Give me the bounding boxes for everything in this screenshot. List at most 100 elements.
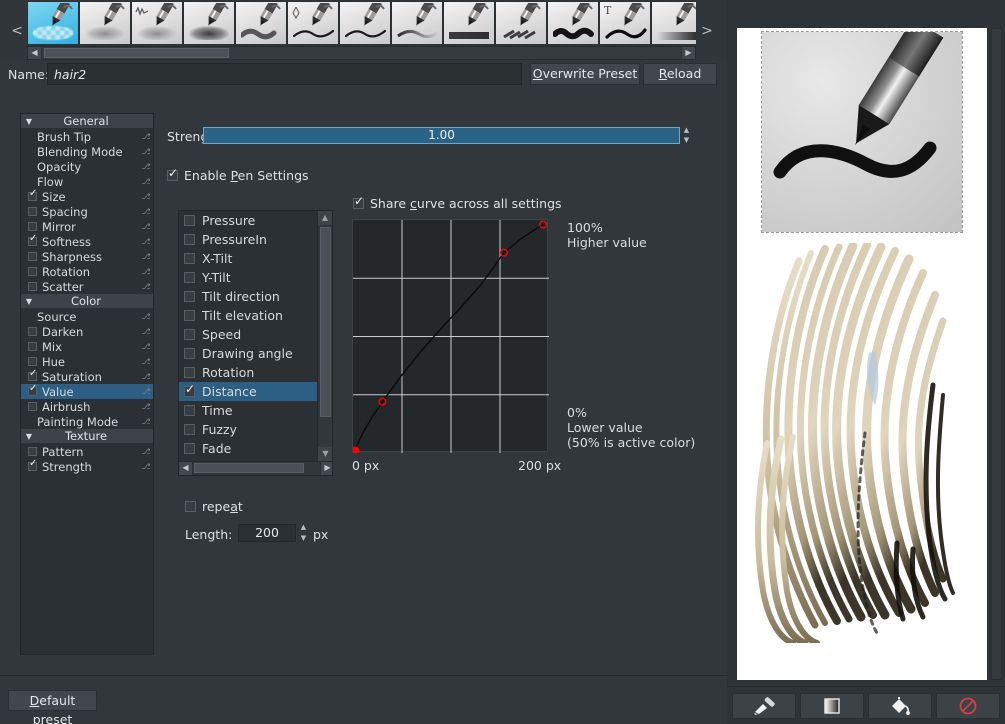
sensor-checkbox[interactable] <box>184 443 195 454</box>
sensor-checkbox[interactable] <box>184 272 195 283</box>
item-checkbox[interactable] <box>28 462 37 471</box>
item-checkbox[interactable] <box>28 327 37 336</box>
sensor-checkbox[interactable] <box>184 405 195 416</box>
preset-thumbnail[interactable] <box>651 1 696 45</box>
item-checkbox[interactable] <box>28 252 37 261</box>
preset-horizontal-scrollbar[interactable]: ◀ ▶ <box>27 46 696 60</box>
sensor-item-y-tilt[interactable]: Y-Tilt <box>179 268 318 287</box>
tree-group-header[interactable]: ▼Texture <box>21 429 153 444</box>
spin-up-icon[interactable]: ▲ <box>681 127 692 134</box>
tree-group-header[interactable]: ▼General <box>21 114 153 129</box>
sensor-horizontal-scrollbar[interactable]: ◀ ▶ <box>179 461 333 475</box>
lock-icon[interactable]: ⎇ <box>139 177 153 186</box>
paint-brush-icon-button[interactable] <box>732 693 796 719</box>
item-checkbox[interactable] <box>28 207 37 216</box>
sensor-checkbox[interactable] <box>184 367 195 378</box>
tree-item-airbrush[interactable]: Airbrush⎇ <box>21 399 153 414</box>
preset-thumbnail[interactable] <box>339 1 391 45</box>
item-checkbox[interactable] <box>28 282 37 291</box>
tree-item-opacity[interactable]: Opacity⎇ <box>21 159 153 174</box>
spin-up-icon[interactable]: ▲ <box>298 524 309 531</box>
item-checkbox[interactable] <box>28 192 37 201</box>
brush-option-tree[interactable]: ▼GeneralBrush Tip⎇Blending Mode⎇Opacity⎇… <box>20 113 154 655</box>
scroll-left-arrow-icon[interactable]: ◀ <box>179 462 193 475</box>
sensor-checkbox[interactable] <box>184 386 195 397</box>
tree-item-sharpness[interactable]: Sharpness⎇ <box>21 249 153 264</box>
scratchpad-canvas[interactable] <box>737 28 987 680</box>
overwrite-preset-button[interactable]: Overwrite Preset <box>530 63 640 85</box>
sensor-item-rotation[interactable]: Rotation <box>179 363 318 382</box>
chevron-down-icon[interactable]: ▼ <box>21 432 37 441</box>
scrollbar-thumb[interactable] <box>194 463 304 473</box>
preset-thumbnail[interactable] <box>27 1 79 45</box>
length-input[interactable]: 200 <box>238 524 296 542</box>
scrollbar-thumb[interactable] <box>320 227 331 417</box>
lock-icon[interactable]: ⎇ <box>139 192 153 201</box>
lock-icon[interactable]: ⎇ <box>139 147 153 156</box>
spin-down-icon[interactable]: ▼ <box>298 535 309 542</box>
sensor-item-distance[interactable]: Distance <box>179 382 318 401</box>
tree-item-mix[interactable]: Mix⎇ <box>21 339 153 354</box>
scroll-up-arrow-icon[interactable]: ▲ <box>318 211 332 225</box>
scroll-right-arrow-icon[interactable]: ▶ <box>681 47 695 59</box>
tree-item-mirror[interactable]: Mirror⎇ <box>21 219 153 234</box>
checkbox-box[interactable] <box>167 170 178 181</box>
lock-icon[interactable]: ⎇ <box>139 372 153 381</box>
lock-icon[interactable]: ⎇ <box>139 462 153 471</box>
preset-thumbnail[interactable] <box>183 1 235 45</box>
fill-bucket-icon-button[interactable] <box>868 693 932 719</box>
strength-slider[interactable]: 1.00 <box>203 127 680 144</box>
share-curve-checkbox[interactable]: Share curve across all settings <box>353 196 562 211</box>
tree-item-painting-mode[interactable]: Painting Mode⎇ <box>21 414 153 429</box>
enable-pen-settings-checkbox[interactable]: Enable Pen Settings <box>167 168 309 183</box>
sensor-item-pressure[interactable]: Pressure <box>179 211 318 230</box>
tree-item-darken[interactable]: Darken⎇ <box>21 324 153 339</box>
sensor-item-tilt-direction[interactable]: Tilt direction <box>179 287 318 306</box>
item-checkbox[interactable] <box>28 372 37 381</box>
preset-thumbnail[interactable] <box>391 1 443 45</box>
sensor-checkbox[interactable] <box>184 424 195 435</box>
item-checkbox[interactable] <box>28 237 37 246</box>
lock-icon[interactable]: ⎇ <box>139 267 153 276</box>
clear-forbidden-icon-button[interactable] <box>936 693 1000 719</box>
sensor-checkbox[interactable] <box>184 348 195 359</box>
tree-item-source[interactable]: Source⎇ <box>21 309 153 324</box>
lock-icon[interactable]: ⎇ <box>139 312 153 321</box>
sensor-item-x-tilt[interactable]: X-Tilt <box>179 249 318 268</box>
lock-icon[interactable]: ⎇ <box>139 342 153 351</box>
item-checkbox[interactable] <box>28 447 37 456</box>
response-curve-editor[interactable] <box>352 219 548 452</box>
lock-icon[interactable]: ⎇ <box>139 162 153 171</box>
strength-spinner[interactable]: ▲ ▼ <box>681 127 692 144</box>
curve-control-point[interactable] <box>353 447 359 453</box>
preset-thumbnail[interactable] <box>235 1 287 45</box>
reload-button[interactable]: Reload <box>643 63 717 85</box>
preset-thumbnail[interactable]: T <box>599 1 651 45</box>
repeat-checkbox[interactable]: repeat <box>185 499 243 514</box>
item-checkbox[interactable] <box>28 162 37 171</box>
preset-thumbnail-list[interactable]: T <box>27 1 696 45</box>
preset-thumbnail[interactable] <box>443 1 495 45</box>
preset-next-arrow-icon[interactable]: > <box>698 22 716 40</box>
chevron-down-icon[interactable]: ▼ <box>21 297 37 306</box>
sensor-checkbox[interactable] <box>184 291 195 302</box>
lock-icon[interactable]: ⎇ <box>139 387 153 396</box>
sensor-item-fuzzy[interactable]: Fuzzy <box>179 420 318 439</box>
item-checkbox[interactable] <box>28 177 37 186</box>
lock-icon[interactable]: ⎇ <box>139 207 153 216</box>
curve-canvas[interactable] <box>353 220 549 453</box>
tree-item-brush-tip[interactable]: Brush Tip⎇ <box>21 129 153 144</box>
scroll-left-arrow-icon[interactable]: ◀ <box>28 47 42 59</box>
scrollbar-track[interactable] <box>193 462 320 475</box>
lock-icon[interactable]: ⎇ <box>139 237 153 246</box>
tree-item-value[interactable]: Value⎇ <box>21 384 153 399</box>
item-checkbox[interactable] <box>28 417 37 426</box>
item-checkbox[interactable] <box>28 387 37 396</box>
sensor-vertical-scrollbar[interactable]: ▲ ▼ <box>317 211 332 461</box>
tree-item-strength[interactable]: Strength⎇ <box>21 459 153 474</box>
preset-thumbnail[interactable] <box>131 1 183 45</box>
tree-item-saturation[interactable]: Saturation⎇ <box>21 369 153 384</box>
sensor-item-tilt-elevation[interactable]: Tilt elevation <box>179 306 318 325</box>
tree-item-flow[interactable]: Flow⎇ <box>21 174 153 189</box>
lock-icon[interactable]: ⎇ <box>139 282 153 291</box>
